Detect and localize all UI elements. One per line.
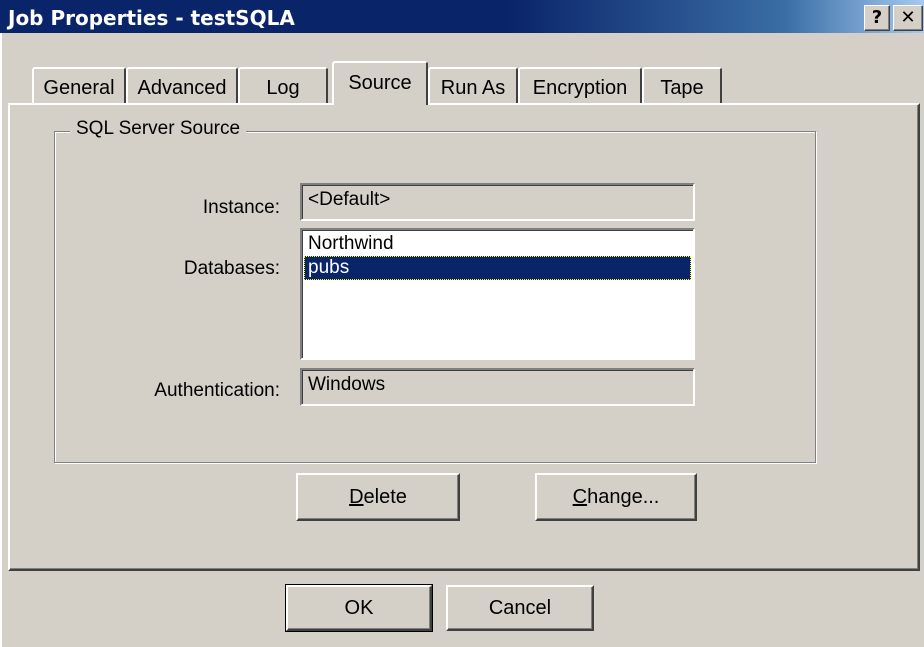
tab-log[interactable]: Log bbox=[238, 67, 328, 103]
close-icon[interactable]: ✕ bbox=[893, 5, 923, 31]
tab-general[interactable]: General bbox=[32, 67, 126, 103]
window-title: Job Properties - testSQLA bbox=[8, 6, 295, 30]
change-mnemonic: C bbox=[572, 486, 588, 508]
databases-label: Databases: bbox=[183, 258, 280, 279]
ok-button[interactable]: OK bbox=[285, 584, 433, 632]
authentication-label: Authentication: bbox=[154, 380, 280, 401]
authentication-field: Windows bbox=[300, 368, 695, 406]
cancel-button[interactable]: Cancel bbox=[446, 585, 594, 631]
group-title: SQL Server Source bbox=[70, 118, 247, 140]
delete-button[interactable]: Delete bbox=[296, 473, 460, 521]
list-item-selected[interactable]: pubs bbox=[304, 256, 691, 280]
tab-advanced[interactable]: Advanced bbox=[126, 67, 238, 103]
instance-field: <Default> bbox=[300, 183, 695, 221]
help-icon[interactable]: ? bbox=[864, 5, 890, 31]
tab-encryption[interactable]: Encryption bbox=[518, 67, 642, 103]
list-item[interactable]: Northwind bbox=[304, 232, 691, 256]
tab-tape[interactable]: Tape bbox=[642, 67, 722, 103]
change-label: hange... bbox=[587, 486, 660, 508]
delete-label: elete bbox=[363, 486, 407, 508]
tab-source[interactable]: Source bbox=[332, 61, 428, 105]
databases-listbox[interactable]: Northwind pubs bbox=[300, 228, 695, 360]
tab-run-as[interactable]: Run As bbox=[428, 67, 518, 103]
change-button[interactable]: Change... bbox=[535, 473, 697, 521]
instance-label: Instance: bbox=[202, 197, 280, 218]
delete-mnemonic: D bbox=[349, 486, 364, 508]
title-bar: Job Properties - testSQLA ? ✕ bbox=[0, 0, 924, 33]
